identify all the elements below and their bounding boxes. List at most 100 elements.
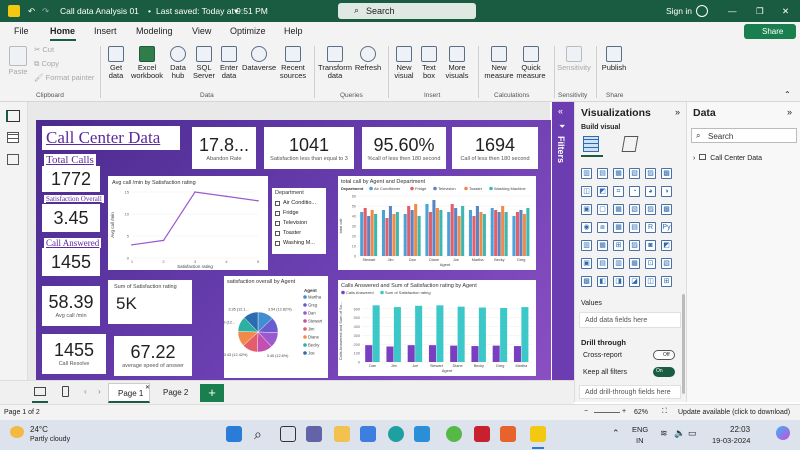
slicer-item[interactable]: Television (272, 218, 326, 228)
new-measure-button[interactable]: New measure (482, 46, 516, 80)
search-box[interactable]: ⌕ Search (338, 3, 476, 19)
file-explorer-icon[interactable] (334, 426, 350, 442)
visual-type-icon[interactable]: ▤ (597, 258, 608, 269)
text-box-button[interactable]: Text box (418, 46, 440, 80)
report-view-icon[interactable] (6, 110, 20, 122)
visual-type-icon[interactable]: ◔ (629, 186, 640, 197)
visual-type-icon[interactable]: ◧ (597, 276, 608, 287)
close-icon[interactable]: ✕ (782, 6, 789, 17)
visual-type-icon[interactable]: ▨ (629, 240, 640, 251)
visual-type-icon[interactable]: ▦ (613, 222, 624, 233)
more-visuals-button[interactable]: More visuals (442, 46, 472, 80)
excel-button[interactable]: Excel workbook (130, 46, 164, 80)
visual-type-icon[interactable]: ◫ (581, 186, 592, 197)
checkbox-icon[interactable] (275, 240, 280, 246)
visual-type-icon[interactable]: ⧈ (597, 222, 608, 233)
slicer-item[interactable]: Fridge (272, 208, 326, 218)
refresh-button[interactable]: Refresh (354, 46, 382, 72)
quick-measure-button[interactable]: Quick measure (514, 46, 548, 80)
fit-page-icon[interactable]: ⛶ (662, 408, 667, 416)
menu-help[interactable]: Help (284, 26, 303, 36)
task-view-icon[interactable] (280, 426, 296, 442)
visual-type-icon[interactable]: ◩ (661, 240, 672, 251)
lang-1[interactable]: ENG (632, 425, 648, 434)
menu-file[interactable]: File (14, 26, 29, 36)
dataverse-button[interactable]: Dataverse (242, 46, 276, 72)
brave-icon[interactable] (500, 426, 516, 442)
data-hub-button[interactable]: Data hub (166, 46, 190, 80)
report-title-card[interactable]: Call Center Data (42, 126, 180, 150)
share-button[interactable]: Share (744, 24, 796, 39)
chevron-down-icon[interactable]: ▾ (234, 6, 238, 17)
checkbox-icon[interactable] (275, 230, 280, 236)
table-view-icon[interactable] (7, 132, 19, 143)
data-search-input[interactable]: ⌕ Search (691, 128, 797, 143)
visual-type-icon[interactable]: ▨ (645, 204, 656, 215)
volume-icon[interactable]: 🔈 (674, 428, 685, 439)
slicer-item[interactable]: Washing M... (272, 238, 326, 248)
transform-data-button[interactable]: Transform data (318, 46, 352, 80)
visual-type-icon[interactable]: ◪ (629, 276, 640, 287)
prev-page-icon[interactable]: ‹ (84, 387, 87, 396)
add-page-button[interactable]: + (200, 384, 224, 402)
department-slicer[interactable]: Department Air Conditio... Fridge Televisi… (272, 188, 326, 254)
format-painter-button[interactable]: 🖌 Format painter (34, 74, 94, 82)
call-answered-card[interactable]: 1455 (42, 248, 100, 276)
cut-button[interactable]: ✂ Cut (34, 46, 54, 54)
visual-type-icon[interactable]: ▢ (597, 204, 608, 215)
visual-type-icon[interactable]: ▩ (581, 276, 592, 287)
menu-home[interactable]: Home (50, 26, 75, 36)
satisfaction-overall-card[interactable]: 3.45 (42, 204, 100, 232)
account-icon[interactable] (696, 5, 708, 17)
collapse-ribbon-icon[interactable]: ⌃ (784, 90, 791, 99)
get-data-button[interactable]: Get data (104, 46, 128, 80)
abandon-rate-card[interactable]: 17.8... Abandon Rate (192, 127, 256, 169)
visual-type-icon[interactable]: ▤ (597, 168, 608, 179)
edge-icon[interactable] (388, 426, 404, 442)
paste-button[interactable]: Paste (4, 46, 32, 76)
visual-type-icon[interactable]: Py (661, 222, 672, 233)
undo-icon[interactable]: ↶ (28, 6, 35, 17)
enter-data-button[interactable]: Enter data (218, 46, 240, 80)
tab-page-1[interactable]: Page 1 ✕ (108, 383, 150, 403)
slicer-item[interactable]: Air Conditio... (272, 198, 326, 208)
visual-type-icon[interactable]: ▥ (613, 258, 624, 269)
maximize-icon[interactable]: ❐ (756, 6, 764, 17)
satisfaction-pie-card[interactable]: satisfaction overall by Agent 3.54 (12.82… (218, 276, 328, 378)
filters-pane-collapsed[interactable]: « ⏷ Filters (552, 102, 574, 380)
mobile-view-icon[interactable] (62, 386, 69, 397)
calls-answered-chart-card[interactable]: Calls Answered and Sum of Satisfaction r… (338, 280, 536, 376)
sign-in-link[interactable]: Sign in (666, 6, 692, 16)
tray-chevron-icon[interactable]: ⌃ (612, 428, 620, 439)
values-drop-zone[interactable]: Add data fields here (579, 312, 681, 328)
file-title[interactable]: Call data Analysis 01 (60, 6, 139, 16)
visual-type-icon[interactable]: ▦ (613, 168, 624, 179)
visual-type-icon[interactable]: ▨ (645, 168, 656, 179)
visual-type-icon[interactable]: ⊞ (613, 240, 624, 251)
collapse-data-icon[interactable]: » (787, 107, 792, 117)
checkbox-icon[interactable] (275, 200, 280, 206)
sql-server-button[interactable]: SQL Server (192, 46, 216, 80)
visual-type-icon[interactable]: ▥ (581, 240, 592, 251)
visual-type-icon[interactable]: ◩ (597, 186, 608, 197)
copy-button[interactable]: ⧉ Copy (34, 60, 59, 68)
visual-type-icon[interactable]: ▧ (629, 204, 640, 215)
satisfaction-le3-card[interactable]: 1041 Satisfaction less than equal to 3 (264, 127, 354, 169)
visual-type-icon[interactable]: ◑ (661, 186, 672, 197)
visual-type-icon[interactable]: ▩ (661, 168, 672, 179)
tab-page-2[interactable]: Page 2 (154, 383, 196, 403)
collapse-viz-icon[interactable]: » (675, 107, 680, 117)
zoom-slider[interactable] (594, 412, 620, 413)
copilot-icon[interactable] (776, 426, 790, 440)
visual-type-icon[interactable]: ▦ (613, 204, 624, 215)
call-resolve-card[interactable]: 1455 Call Resolve (42, 334, 106, 374)
visual-type-icon[interactable]: ◨ (613, 276, 624, 287)
avg-call-card[interactable]: 58.39 Avg call /min (42, 286, 100, 326)
cross-report-toggle[interactable]: Off (653, 350, 675, 360)
pct-call-180-card[interactable]: 95.60% %call of less then 180 second (362, 127, 446, 169)
visual-type-icon[interactable]: ⌗ (613, 186, 624, 197)
visual-type-icon[interactable]: ⊞ (661, 276, 672, 287)
visual-type-icon[interactable]: ▧ (629, 168, 640, 179)
mcafee-icon[interactable] (474, 426, 490, 442)
visual-type-icon[interactable]: ▣ (581, 204, 592, 215)
